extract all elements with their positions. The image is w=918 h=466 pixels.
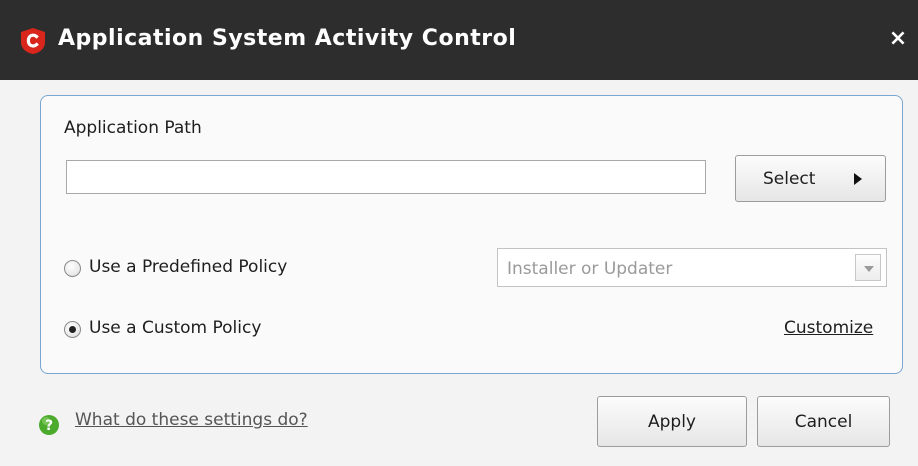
predefined-policy-label[interactable]: Use a Predefined Policy (89, 257, 287, 277)
customize-link[interactable]: Customize (784, 318, 873, 338)
svg-text:?: ? (45, 418, 53, 434)
chevron-down-icon (864, 266, 874, 272)
predefined-policy-value: Installer or Updater (507, 259, 673, 279)
comodo-shield-icon (21, 28, 45, 54)
application-path-input[interactable] (66, 160, 706, 194)
arrow-right-icon (854, 173, 862, 185)
custom-policy-label[interactable]: Use a Custom Policy (89, 318, 261, 338)
title-bar: Application System Activity Control × (0, 0, 918, 80)
predefined-policy-radio[interactable] (64, 260, 81, 277)
close-button[interactable]: × (884, 25, 912, 53)
dialog-window: Application System Activity Control × Ap… (0, 0, 918, 466)
select-button[interactable]: Select (735, 155, 886, 202)
question-help-icon: ? (39, 415, 59, 435)
predefined-policy-dropdown[interactable]: Installer or Updater (497, 248, 887, 287)
select-button-label: Select (763, 169, 816, 189)
help-link[interactable]: What do these settings do? (75, 410, 308, 430)
apply-button[interactable]: Apply (597, 396, 747, 447)
cancel-button[interactable]: Cancel (757, 396, 890, 447)
application-path-label: Application Path (64, 118, 202, 138)
window-title: Application System Activity Control (58, 26, 517, 51)
dropdown-button[interactable] (855, 254, 881, 281)
custom-policy-radio[interactable] (64, 321, 81, 338)
